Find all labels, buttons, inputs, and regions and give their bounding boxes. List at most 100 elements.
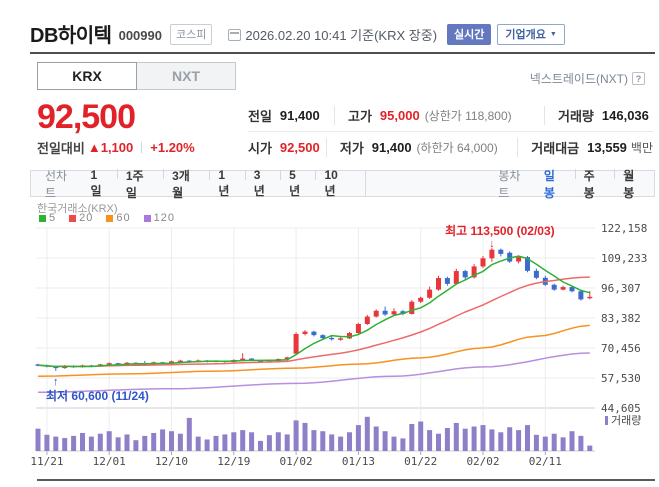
volume-bar xyxy=(97,433,103,451)
line-chart-group: 선차트 1일 1주일 3개월 1년 3년 5년 10년 xyxy=(45,167,357,201)
toolbar-divider xyxy=(365,170,367,197)
volume-bar xyxy=(106,431,112,451)
chart-toolbar: 선차트 1일 1주일 3개월 1년 3년 5년 10년 봉차트 일봉 주봉 월봉 xyxy=(30,168,655,200)
volume-bar xyxy=(124,434,130,451)
range-item-3개월[interactable]: 3개월 xyxy=(163,167,209,201)
x-axis-label: 01/02 xyxy=(280,455,313,468)
volume-bar xyxy=(471,426,477,451)
y-axis-label: 57,530 xyxy=(601,372,641,385)
company-overview-label: 기업개요 xyxy=(505,29,546,41)
x-axis-label: 11/21 xyxy=(30,455,63,468)
candle-body xyxy=(240,358,246,360)
stock-code: 000990 xyxy=(118,27,162,43)
volume-bar xyxy=(444,427,450,451)
detail-day-high: 고가 95,000 (상한가 118,800) xyxy=(334,106,544,125)
x-axis-label: 12/10 xyxy=(155,455,188,468)
high-arrow-icon: ↓ xyxy=(489,238,495,250)
price-detail-grid: 전일 91,400 고가 95,000 (상한가 118,800) 거래량 146,036 시… xyxy=(248,100,653,162)
candle-body xyxy=(320,335,326,339)
range-item-1년[interactable]: 1년 xyxy=(209,168,244,199)
stock-detail-page: DB하이텍 000990 코스피 2026.02.20 10:41 기준(KRX… xyxy=(0,0,660,487)
candle-body xyxy=(578,291,584,300)
volume-bar xyxy=(462,428,468,451)
detail-label: 저가 xyxy=(339,140,364,156)
range-item-주봉[interactable]: 주봉 xyxy=(574,167,615,201)
volume-bar xyxy=(222,434,228,451)
range-item-1일[interactable]: 1일 xyxy=(82,168,117,199)
volume-bar xyxy=(533,434,539,451)
volume-bar xyxy=(453,422,459,451)
detail-label: 고가 xyxy=(348,109,372,124)
candle-body xyxy=(418,297,424,302)
candle-body xyxy=(409,301,415,315)
candle-body xyxy=(106,363,112,365)
tab-krx[interactable]: KRX xyxy=(37,62,137,90)
range-item-5년[interactable]: 5년 xyxy=(280,168,315,199)
candle-body xyxy=(489,249,495,259)
volume-bar xyxy=(177,433,183,451)
current-price: 92,500 xyxy=(37,98,136,136)
ma20-line xyxy=(37,276,590,368)
detail-value: 92,500 xyxy=(279,139,320,155)
volume-bar xyxy=(44,434,50,451)
volume-bar xyxy=(249,432,255,451)
detail-trade-amount: 거래대금 13,559 백만 xyxy=(517,137,653,157)
change-arrow-icon: ▲ xyxy=(87,140,101,155)
realtime-badge: 실시간 xyxy=(447,24,492,45)
volume-bar xyxy=(311,430,317,451)
company-overview-button[interactable]: 기업개요 ▼ xyxy=(497,24,565,45)
volume-bar xyxy=(525,425,530,451)
nxt-note: 넥스트레이드(NXT) ? xyxy=(530,70,645,87)
volume-bar xyxy=(62,438,68,451)
volume-bar xyxy=(80,433,85,451)
volume-bar xyxy=(213,435,219,451)
volume-bar xyxy=(587,445,593,451)
stock-chart-svg[interactable]: 122,158 109,233 96,307 83,382 70,456 57,530 44… xyxy=(0,198,660,480)
volume-bar xyxy=(133,440,139,451)
range-item-일봉[interactable]: 일봉 xyxy=(535,167,575,201)
candle-body xyxy=(480,258,486,267)
candle-chart-label: 봉차트 xyxy=(498,168,521,200)
detail-label: 거래대금 xyxy=(531,140,580,156)
candle-body xyxy=(533,270,539,278)
candle-body xyxy=(560,287,566,290)
range-item-3년[interactable]: 3년 xyxy=(244,168,280,199)
candle-body xyxy=(338,338,344,340)
x-axis-label: 01/22 xyxy=(404,455,437,468)
range-item-10년[interactable]: 10년 xyxy=(315,168,357,199)
detail-day-low: 저가 91,400 (하한가 64,000) xyxy=(325,137,517,157)
range-item-월봉[interactable]: 월봉 xyxy=(614,167,654,201)
ma5-line xyxy=(37,255,590,368)
candle-body xyxy=(391,311,397,315)
dropdown-caret-icon: ▼ xyxy=(549,30,557,38)
volume-bar xyxy=(338,436,344,451)
volume-bar xyxy=(364,416,370,451)
tab-nxt[interactable]: NXT xyxy=(136,62,236,90)
candle-body xyxy=(293,333,299,354)
volume-bar xyxy=(516,430,522,451)
volume-bar xyxy=(551,433,557,451)
candle-chart-group: 봉차트 일봉 주봉 월봉 xyxy=(498,167,654,201)
y-axis-label: 44,605 xyxy=(601,402,641,415)
detail-value: 95,000 xyxy=(379,108,420,123)
x-axis-label: 12/01 xyxy=(93,455,126,468)
detail-unit: 백만 xyxy=(630,140,653,155)
stock-name: DB하이텍 xyxy=(30,24,112,47)
detail-label: 전일 xyxy=(248,109,272,124)
ma120-line xyxy=(38,352,590,393)
volume-bar xyxy=(418,421,424,451)
y-axis-label: 122,158 xyxy=(601,222,647,235)
change-label: 전일대비 xyxy=(37,141,85,156)
help-icon[interactable]: ? xyxy=(632,72,645,85)
range-item-1주일[interactable]: 1주일 xyxy=(116,167,163,201)
calendar-icon xyxy=(228,29,242,41)
candle-body xyxy=(382,310,388,315)
x-axis-label: 12/19 xyxy=(217,455,250,468)
detail-value: 91,400 xyxy=(371,139,412,155)
volume-bar xyxy=(275,432,281,451)
volume-bar xyxy=(88,436,94,451)
detail-value: 91,400 xyxy=(279,108,320,123)
detail-prev-close: 전일 91,400 xyxy=(248,106,334,125)
volume-bar xyxy=(355,425,361,451)
volume-legend-label: 거래량 xyxy=(611,414,641,427)
